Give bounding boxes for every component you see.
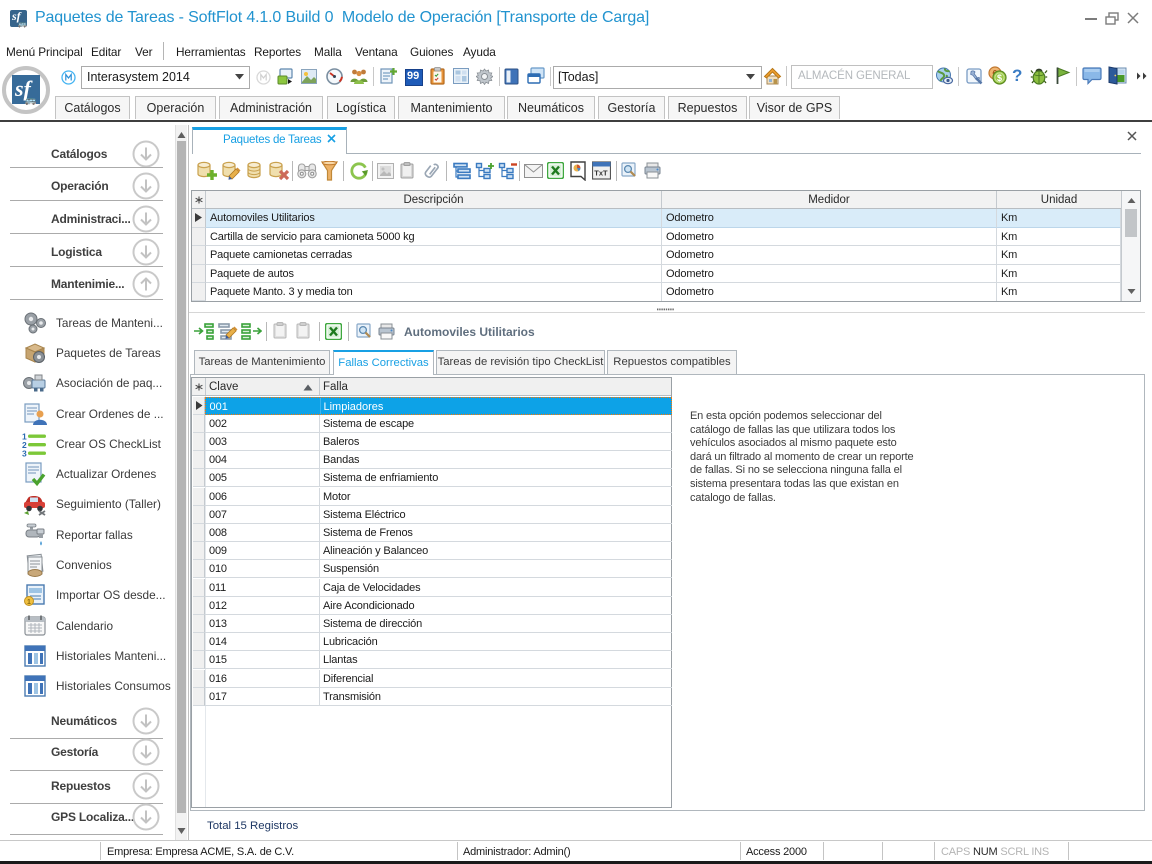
svg-text:TxT: TxT <box>594 169 608 178</box>
svg-text:1: 1 <box>27 599 31 606</box>
svg-text:$: $ <box>997 73 1002 83</box>
svg-text:🚌: 🚌 <box>25 95 36 105</box>
svg-text:3: 3 <box>22 449 27 458</box>
